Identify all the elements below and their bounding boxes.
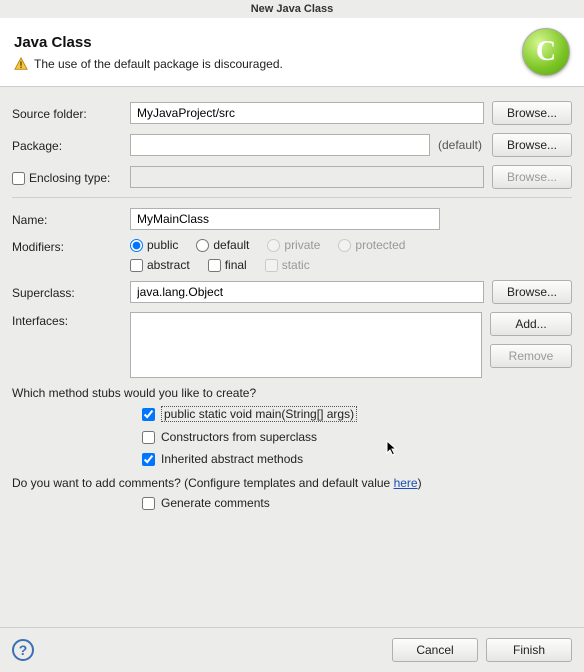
dialog-footer: ? Cancel Finish [0, 627, 584, 672]
cancel-button[interactable]: Cancel [392, 638, 478, 662]
name-input[interactable] [130, 208, 440, 230]
browse-enclosing-button: Browse... [492, 165, 572, 189]
superclass-label: Superclass: [12, 284, 122, 300]
name-label: Name: [12, 211, 122, 227]
source-folder-label: Source folder: [12, 105, 122, 121]
modifier-public[interactable]: public [130, 238, 178, 252]
stub-inherited[interactable]: Inherited abstract methods [142, 452, 572, 466]
modifier-static: static [265, 258, 310, 272]
enclosing-type-label[interactable]: Enclosing type: [12, 169, 122, 185]
warning-message: The use of the default package is discou… [14, 57, 522, 71]
browse-package-button[interactable]: Browse... [492, 133, 572, 157]
browse-source-button[interactable]: Browse... [492, 101, 572, 125]
modifier-protected: protected [338, 238, 405, 252]
superclass-input[interactable] [130, 281, 484, 303]
help-icon[interactable]: ? [12, 639, 34, 661]
configure-templates-link[interactable]: here [394, 476, 418, 490]
source-folder-input[interactable] [130, 102, 484, 124]
comments-question: Do you want to add comments? (Configure … [12, 476, 572, 490]
window-title: New Java Class [0, 0, 584, 18]
modifier-abstract[interactable]: abstract [130, 258, 190, 272]
modifier-private: private [267, 238, 320, 252]
stub-constructors[interactable]: Constructors from superclass [142, 430, 572, 444]
class-icon: C [522, 28, 570, 76]
enclosing-type-checkbox[interactable] [12, 172, 25, 185]
modifier-final[interactable]: final [208, 258, 247, 272]
finish-button[interactable]: Finish [486, 638, 572, 662]
enclosing-type-input [130, 166, 484, 188]
add-interface-button[interactable]: Add... [490, 312, 572, 336]
interfaces-label: Interfaces: [12, 312, 122, 328]
form-body: Source folder: Browse... Package: (defau… [0, 87, 584, 514]
generate-comments[interactable]: Generate comments [142, 496, 572, 510]
page-title: Java Class [14, 34, 522, 51]
package-default-hint: (default) [436, 138, 484, 152]
other-modifier-group: abstract final static [130, 258, 572, 272]
warning-text: The use of the default package is discou… [34, 57, 283, 71]
interfaces-list[interactable] [130, 312, 482, 378]
package-input[interactable] [130, 134, 430, 156]
access-modifier-group: public default private protected [130, 238, 572, 252]
package-label: Package: [12, 137, 122, 153]
modifier-default[interactable]: default [196, 238, 249, 252]
warning-icon [14, 57, 28, 71]
modifiers-label: Modifiers: [12, 238, 122, 254]
remove-interface-button: Remove [490, 344, 572, 368]
stub-main-method[interactable]: public static void main(String[] args) [142, 406, 572, 422]
method-stubs-question: Which method stubs would you like to cre… [12, 386, 572, 400]
browse-superclass-button[interactable]: Browse... [492, 280, 572, 304]
dialog-header: Java Class The use of the default packag… [0, 18, 584, 87]
